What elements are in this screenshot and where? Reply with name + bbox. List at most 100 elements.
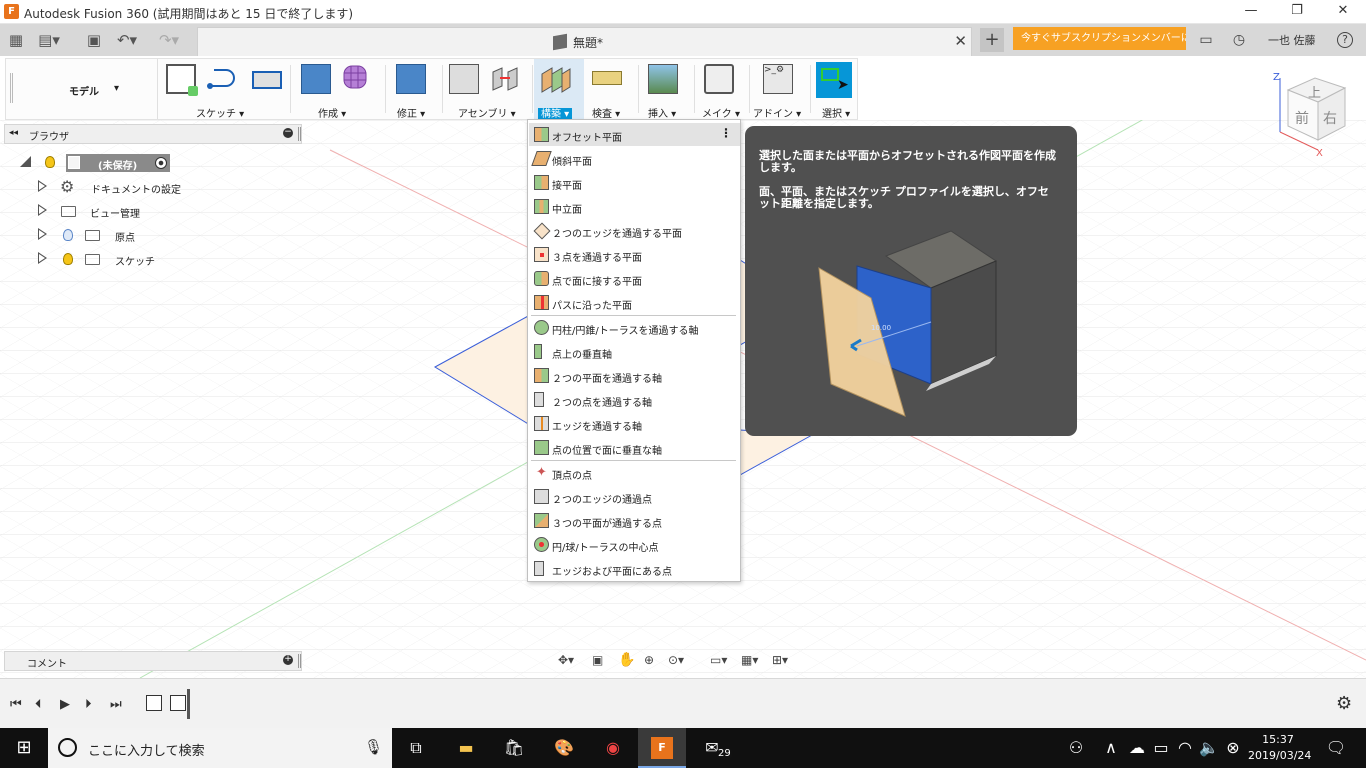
menu-item-axis-perpendicular-at-point[interactable]: 点上の垂直軸: [529, 340, 740, 363]
addins-menu-label[interactable]: アドイン ▾: [753, 105, 801, 120]
collapse-panel-icon[interactable]: ◂◂: [9, 128, 18, 138]
app-grid-icon[interactable]: ▦: [5, 29, 27, 51]
visibility-bulb-icon[interactable]: [63, 229, 73, 241]
sketch-menu-label[interactable]: スケッチ ▾: [196, 105, 244, 120]
menu-item-axis-perpendicular-to-face[interactable]: 点の位置で面に垂直な軸: [529, 436, 740, 459]
document-tab[interactable]: 無題* ✕: [197, 27, 972, 56]
make-group[interactable]: メイク ▾: [698, 59, 748, 120]
press-pull-icon[interactable]: [396, 64, 426, 94]
user-name[interactable]: 一也 佐藤: [1268, 32, 1316, 48]
menu-item-axis-through-cylinder[interactable]: 円柱/円錐/トーラスを通過する軸: [529, 316, 740, 339]
notification-icon[interactable]: ▭: [1195, 29, 1217, 51]
timeline-sketch-icon[interactable]: [146, 695, 162, 711]
minimize-panel-icon[interactable]: −: [283, 128, 293, 138]
menu-item-axis-through-two-points[interactable]: ２つの点を通過する軸: [529, 388, 740, 411]
sketch-group[interactable]: スケッチ ▾: [158, 59, 288, 120]
task-view-icon[interactable]: ⧉: [392, 728, 440, 768]
browser-panel-header[interactable]: ◂◂ ブラウザ −: [4, 124, 302, 144]
play-icon[interactable]: ▶: [60, 697, 70, 712]
menu-item-tangent-plane[interactable]: 接平面: [529, 171, 740, 194]
modify-menu-label[interactable]: 修正 ▾: [397, 105, 425, 120]
inspect-group[interactable]: 検査 ▾: [586, 59, 636, 120]
visibility-bulb-icon[interactable]: [45, 156, 55, 168]
system-clock[interactable]: 15:37 2019/03/24: [1248, 732, 1311, 764]
browser-item-document-settings[interactable]: ⚙ ドキュメントの設定: [38, 176, 298, 198]
go-to-end-icon[interactable]: ⏭: [110, 697, 122, 712]
timeline-sketch-icon[interactable]: [170, 695, 186, 711]
timeline-settings-gear-icon[interactable]: ⚙: [1336, 693, 1352, 714]
close-tab-icon[interactable]: ✕: [954, 32, 967, 50]
line-icon[interactable]: [206, 64, 236, 94]
menu-item-plane-tangent-at-point[interactable]: 点で面に接する平面: [529, 267, 740, 290]
viewports-icon[interactable]: ⊞▾: [772, 653, 788, 667]
subscribe-button[interactable]: 今すぐサブスクリプションメンバーに...: [1013, 27, 1186, 50]
collapsed-arrow-icon[interactable]: [38, 204, 47, 216]
show-hidden-icons-icon[interactable]: ∧: [1098, 728, 1124, 768]
onedrive-icon[interactable]: ☁: [1124, 728, 1150, 768]
make-menu-label[interactable]: メイク ▾: [702, 105, 740, 120]
browser-item-named-views[interactable]: ビュー管理: [38, 200, 298, 222]
view-cube[interactable]: 上 前 右 Z X: [1270, 70, 1360, 160]
create-group[interactable]: 作成 ▾: [296, 59, 381, 120]
insert-image-icon[interactable]: [648, 64, 678, 94]
taskbar-search-box[interactable]: ここに入力して検索 🎙: [48, 728, 392, 768]
rectangle-icon[interactable]: [252, 71, 282, 89]
file-explorer-icon[interactable]: ▬: [442, 728, 490, 768]
minimize-button[interactable]: —: [1228, 0, 1274, 24]
collapsed-arrow-icon[interactable]: [38, 228, 47, 240]
create-menu-label[interactable]: 作成 ▾: [318, 105, 346, 120]
menu-item-midplane[interactable]: 中立面: [529, 195, 740, 218]
panel-grip[interactable]: [298, 654, 301, 668]
menu-item-point-at-edge-and-plane[interactable]: エッジおよび平面にある点: [529, 557, 740, 580]
people-icon[interactable]: ⚇: [1052, 728, 1100, 768]
chrome-icon[interactable]: ◉: [589, 728, 637, 768]
assemble-menu-label[interactable]: アセンブリ ▾: [458, 105, 516, 120]
collapsed-arrow-icon[interactable]: [38, 252, 47, 264]
activate-radio-icon[interactable]: [155, 157, 167, 169]
panel-grip[interactable]: [298, 127, 301, 141]
cube-right-label[interactable]: 右: [1323, 108, 1337, 128]
add-comment-icon[interactable]: +: [283, 655, 293, 665]
fit-icon[interactable]: ⊙▾: [668, 653, 684, 667]
menu-item-axis-through-two-planes[interactable]: ２つの平面を通過する軸: [529, 364, 740, 387]
fusion-taskbar-button[interactable]: F: [638, 728, 686, 768]
new-component-icon[interactable]: [449, 64, 479, 94]
paint-icon[interactable]: 🎨: [540, 728, 588, 768]
close-window-button[interactable]: ✕: [1320, 0, 1366, 24]
display-settings-icon[interactable]: ▭▾: [710, 653, 727, 667]
construct-menu-label[interactable]: 構築 ▾: [538, 105, 573, 121]
menu-item-plane-along-path[interactable]: パスに沿った平面: [529, 291, 740, 314]
menu-item-plane-through-three-points[interactable]: ３点を通過する平面: [529, 243, 740, 266]
extrude-icon[interactable]: [301, 64, 331, 94]
select-menu-label[interactable]: 選択 ▾: [822, 105, 850, 120]
select-group[interactable]: ➤ 選択 ▾: [812, 59, 858, 120]
cube-front-label[interactable]: 前: [1295, 108, 1309, 128]
grid-settings-icon[interactable]: ▦▾: [741, 653, 758, 667]
menu-item-point-at-vertex[interactable]: ✦ 頂点の点: [529, 461, 740, 484]
addins-group[interactable]: >_⚙ アドイン ▾: [751, 59, 809, 120]
ime-off-icon[interactable]: ⊗: [1220, 728, 1246, 768]
undo-icon[interactable]: ↶▾: [116, 29, 138, 51]
expanded-arrow-icon[interactable]: [20, 156, 31, 167]
comments-panel-header[interactable]: コメント +: [4, 651, 302, 671]
construct-group[interactable]: 構築 ▾: [534, 59, 584, 121]
menu-item-point-through-three-planes[interactable]: ３つの平面が通過する点: [529, 509, 740, 532]
orbit-icon[interactable]: ✥▾: [558, 653, 574, 667]
windows-start-icon[interactable]: ⊞: [0, 728, 48, 768]
store-icon[interactable]: 🛍: [490, 728, 538, 768]
menu-item-plane-through-two-edges[interactable]: ２つのエッジを通過する平面: [529, 219, 740, 242]
cube-top-label[interactable]: 上: [1308, 82, 1321, 101]
3d-print-icon[interactable]: [704, 64, 734, 94]
more-options-icon[interactable]: ⋮: [720, 126, 732, 140]
toolbar-grip[interactable]: [10, 73, 13, 103]
modify-group[interactable]: 修正 ▾: [391, 59, 441, 120]
browser-item-origin[interactable]: 原点: [38, 224, 298, 246]
battery-icon[interactable]: ▭: [1148, 728, 1174, 768]
save-icon[interactable]: ▣: [83, 29, 105, 51]
menu-item-axis-through-edge[interactable]: エッジを通過する軸: [529, 412, 740, 435]
menu-item-point-at-center[interactable]: 円/球/トーラスの中心点: [529, 533, 740, 556]
visibility-bulb-icon[interactable]: [63, 253, 73, 265]
menu-item-offset-plane[interactable]: オフセット平面 ⋮: [529, 123, 740, 146]
create-sketch-icon[interactable]: [166, 64, 198, 96]
help-icon[interactable]: ?: [1337, 32, 1353, 48]
